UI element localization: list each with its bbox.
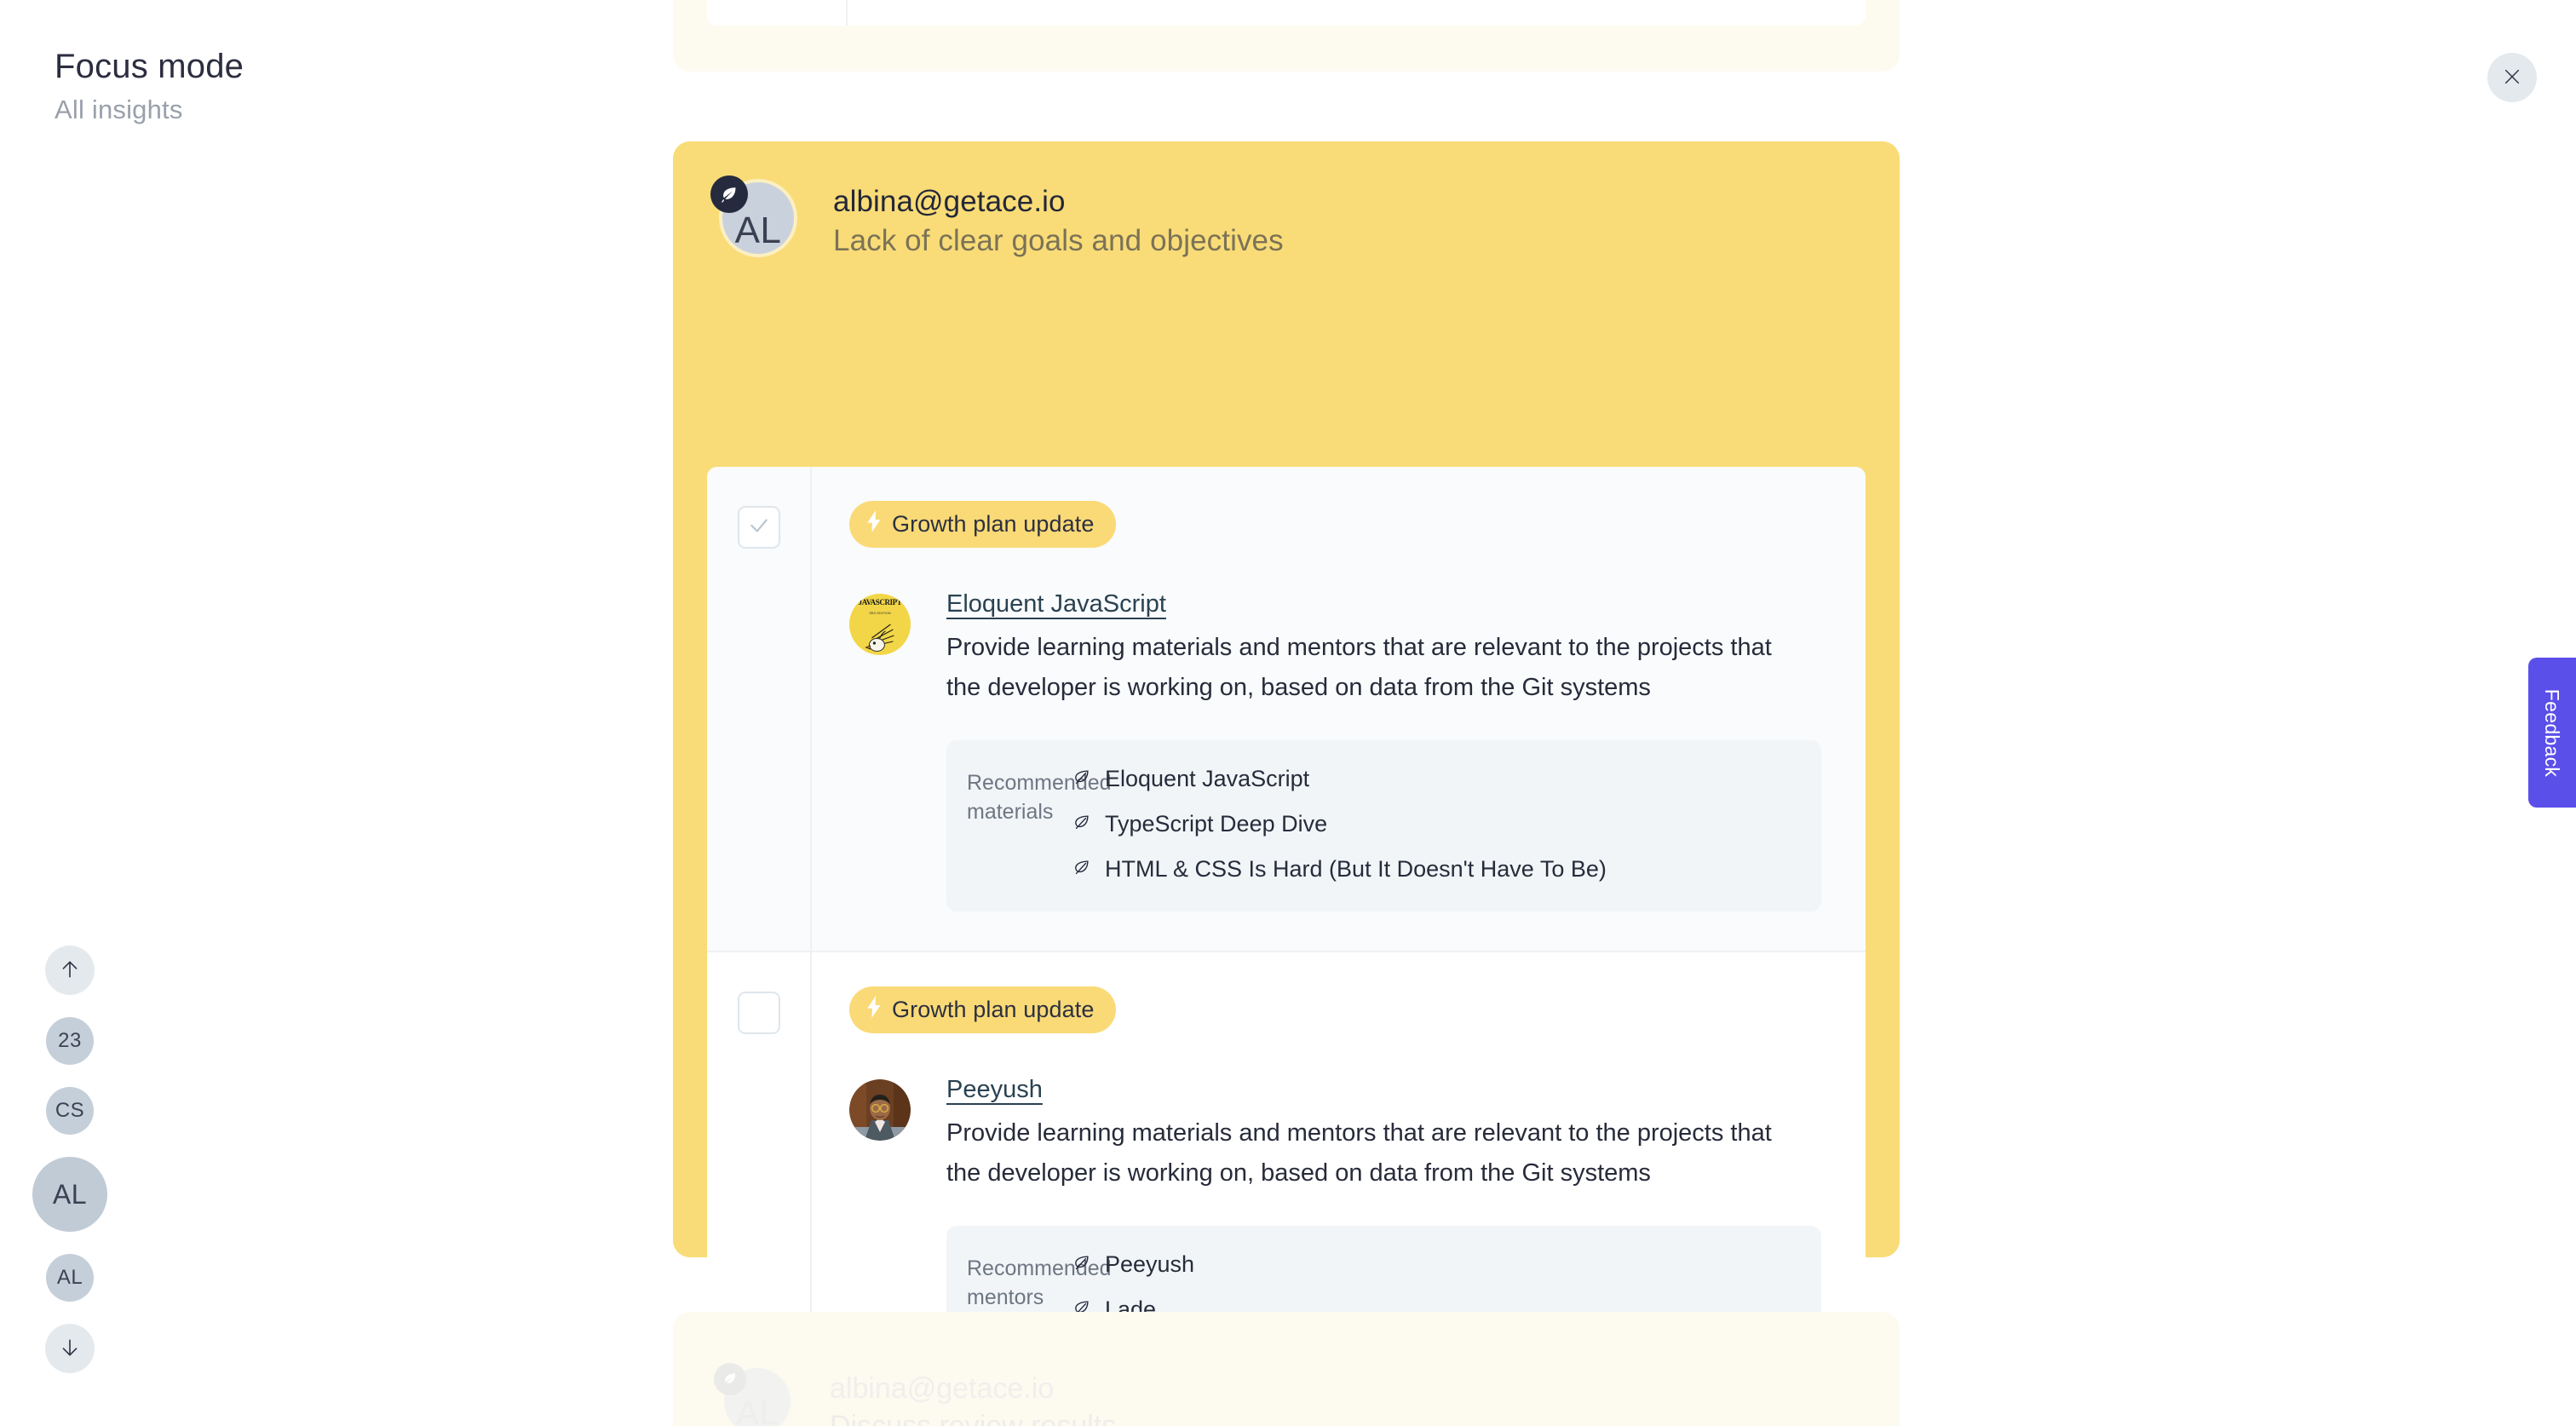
insight-rows-panel: Growth plan update JAVASCRIPT 3RD EDITIO… (707, 467, 1866, 1426)
insight-row-body: Growth plan update JAVASCRIPT 3RD EDITIO… (812, 467, 1866, 951)
recommendation-item-label: HTML & CSS Is Hard (But It Doesn't Have … (1105, 855, 1607, 882)
insight-entity-link[interactable]: Eloquent JavaScript (946, 590, 1166, 618)
book-cover-thumbnail: JAVASCRIPT 3RD EDITION (849, 594, 911, 655)
rail-item-3[interactable]: AL (46, 1254, 94, 1302)
insight-navigation-rail: 23 CS AL AL (32, 946, 107, 1373)
arrow-up-icon (59, 958, 81, 983)
avatar-initials: AL (734, 210, 782, 251)
insight-entity: JAVASCRIPT 3RD EDITION Eloquent JavaScri… (849, 590, 1821, 911)
insight-card-header: AL albina@getace.io Lack of clear goals … (673, 141, 1900, 261)
close-button[interactable] (2487, 53, 2537, 102)
book-cover-eyebrow: 3RD EDITION (869, 611, 891, 615)
focus-mode-screen: Focus mode All insights Feedback 23 CS A… (0, 0, 2576, 1426)
recommendation-item-label: Eloquent JavaScript (1105, 765, 1310, 791)
bird-illustration-icon (865, 624, 894, 652)
leaf-icon (714, 1363, 746, 1395)
leaf-icon (1072, 856, 1091, 883)
status-badge-label: Growth plan update (892, 511, 1095, 537)
next-insight-card-header-text: albina@getace.io Discuss review results (830, 1368, 1116, 1426)
feedback-tab[interactable]: Feedback (2528, 658, 2576, 808)
mentor-photo-avatar (849, 1078, 911, 1141)
insight-entity-main: Eloquent JavaScript Provide learning mat… (946, 590, 1821, 911)
recommendations-list: Eloquent JavaScript TypeScript Deep Dive… (1072, 766, 1792, 883)
insight-card-subject: Lack of clear goals and objectives (833, 224, 1284, 258)
next-insight-card-email: albina@getace.io (830, 1372, 1055, 1405)
bolt-icon (866, 996, 882, 1024)
avatar-initials: AL (735, 1393, 779, 1426)
insight-row-checkbox[interactable] (737, 991, 780, 1034)
leaf-icon (1072, 811, 1091, 837)
recommendation-item[interactable]: HTML & CSS Is Hard (But It Doesn't Have … (1072, 856, 1792, 883)
avatar: AL (714, 1363, 791, 1426)
insight-entity-description: Provide learning materials and mentors t… (946, 634, 1772, 701)
arrow-down-icon (59, 1337, 81, 1361)
status-badge: Growth plan update (849, 986, 1117, 1033)
insight-card-stage: AL albina@getace.io Lack of clear goals … (673, 0, 1900, 1426)
recommendation-item[interactable]: TypeScript Deep Dive (1072, 811, 1792, 837)
next-insight-card-subject: Discuss review results (830, 1407, 1116, 1426)
rail-item-label: AL (52, 1178, 88, 1210)
close-icon (2503, 67, 2521, 89)
previous-insight-card-faded[interactable] (673, 0, 1900, 72)
rail-item-0[interactable]: 23 (46, 1017, 94, 1065)
previous-card-divider (846, 0, 848, 26)
next-insight-card-header: AL albina@getace.io Discuss review resul… (714, 1363, 1116, 1426)
next-insight-card-faded[interactable]: AL albina@getace.io Discuss review resul… (673, 1312, 1900, 1426)
recommendation-item[interactable]: Peeyush (1072, 1251, 1792, 1278)
page-header: Focus mode All insights (55, 47, 244, 125)
insight-card-header-text: albina@getace.io Lack of clear goals and… (833, 182, 1284, 261)
leaf-icon (710, 175, 748, 213)
recommendations-box: Recommended materials Eloquent JavaScrip… (946, 739, 1821, 911)
bolt-icon (866, 510, 882, 538)
previous-card-panel (707, 0, 1866, 26)
insight-card: AL albina@getace.io Lack of clear goals … (673, 141, 1900, 1426)
status-badge-label: Growth plan update (892, 996, 1095, 1022)
insight-row-select-column (707, 467, 812, 951)
page-title: Focus mode (55, 48, 244, 85)
recommendation-item-label: Peeyush (1105, 1251, 1195, 1277)
rail-item-2-active[interactable]: AL (32, 1157, 107, 1232)
status-badge: Growth plan update (849, 501, 1117, 548)
rail-item-label: AL (56, 1266, 83, 1289)
insight-row-checkbox[interactable] (737, 506, 780, 549)
book-cover-title: JAVASCRIPT (858, 598, 902, 607)
check-icon (748, 515, 770, 541)
leaf-icon (1072, 1251, 1091, 1278)
recommendation-item-label: TypeScript Deep Dive (1105, 810, 1328, 837)
avatar[interactable]: AL (710, 175, 794, 254)
insight-entity-description: Provide learning materials and mentors t… (946, 1118, 1772, 1187)
leaf-icon (1072, 766, 1091, 792)
rail-item-label: CS (55, 1099, 85, 1122)
insight-entity-link[interactable]: Peeyush (946, 1076, 1043, 1104)
page-subtitle: All insights (55, 95, 183, 124)
insight-card-email: albina@getace.io (833, 185, 1066, 218)
recommendation-item[interactable]: Eloquent JavaScript (1072, 766, 1792, 792)
scroll-up-button[interactable] (45, 946, 95, 995)
rail-item-1[interactable]: CS (46, 1087, 94, 1135)
rail-item-label: 23 (58, 1029, 82, 1052)
insight-row[interactable]: Growth plan update JAVASCRIPT 3RD EDITIO… (707, 467, 1866, 952)
scroll-down-button[interactable] (45, 1324, 95, 1373)
recommendations-label: Recommended materials (967, 770, 1112, 825)
feedback-tab-label: Feedback (2541, 688, 2564, 777)
